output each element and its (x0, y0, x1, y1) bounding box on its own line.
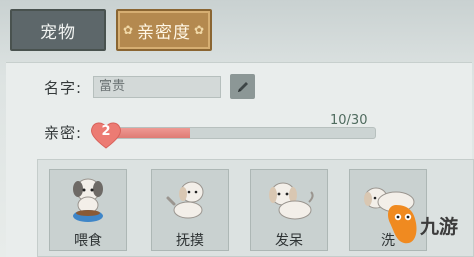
tab-intimacy-label: 亲密度 (137, 22, 191, 43)
pencil-icon (237, 81, 248, 92)
puppy-petting-icon (166, 181, 204, 219)
tab-pet[interactable]: 宠物 (10, 9, 106, 51)
action-feed-button[interactable]: 喂食 (49, 169, 127, 251)
intimacy-progress-bar (98, 127, 376, 139)
watermark-text: 九游 (420, 216, 459, 238)
action-feed-label: 喂食 (74, 233, 102, 249)
action-pet-label: 抚摸 (176, 233, 204, 249)
intimacy-level: 2 (101, 124, 111, 139)
edit-name-button[interactable] (230, 74, 255, 99)
tab-pet-label: 宠物 (40, 22, 76, 43)
action-pet-button[interactable]: 抚摸 (151, 169, 229, 251)
action-daze-button[interactable]: 发呆 (250, 169, 328, 251)
flower-ornament-icon: ✿ (122, 23, 134, 37)
pet-name-field[interactable]: 富贵 (93, 76, 221, 98)
name-label: 名字: (44, 79, 83, 97)
flower-ornament-icon: ✿ (194, 23, 206, 37)
intimacy-label: 亲密: (44, 124, 83, 142)
puppy-dazing-icon (269, 182, 314, 220)
intimacy-count: 10/30 (330, 113, 368, 128)
puppy-feeding-icon (73, 178, 103, 222)
tab-intimacy[interactable]: ✿ 亲密度 ✿ (116, 9, 212, 51)
action-daze-label: 发呆 (275, 233, 303, 249)
